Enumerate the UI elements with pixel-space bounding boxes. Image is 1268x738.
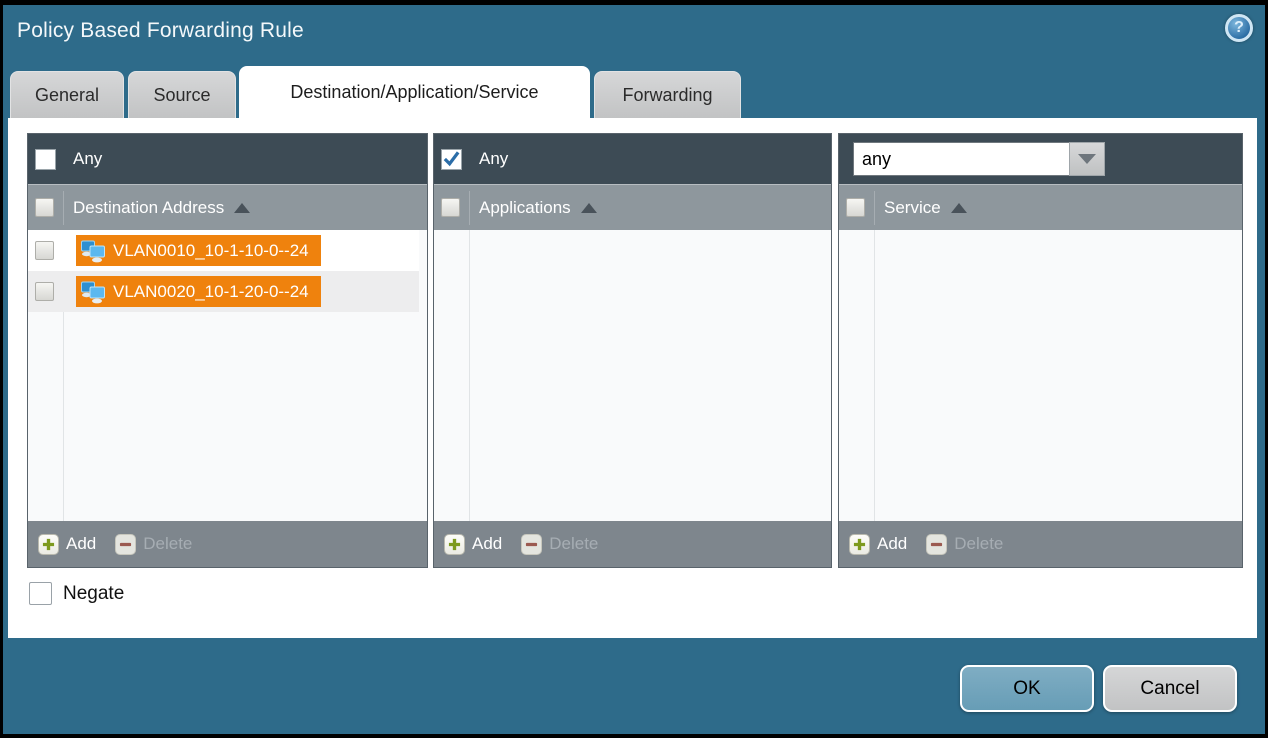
chevron-down-icon [1078, 154, 1096, 164]
table-row[interactable]: VLAN0020_10-1-20-0--24 [28, 271, 419, 312]
delete-button[interactable]: Delete [143, 534, 192, 554]
tab-general[interactable]: General [10, 71, 124, 118]
columns-container: Any Destination Address [27, 133, 1243, 568]
negate-option: Negate [29, 582, 124, 605]
add-button[interactable]: Add [472, 534, 502, 554]
help-icon[interactable]: ? [1225, 14, 1253, 42]
tab-bar: General Source Destination/Application/S… [10, 66, 741, 118]
tab-source[interactable]: Source [128, 71, 236, 118]
header-divider [874, 191, 875, 225]
add-button[interactable]: Add [66, 534, 96, 554]
checkmark-icon [442, 148, 461, 170]
applications-select-all-checkbox[interactable] [441, 198, 460, 217]
service-footer-bar: Add Delete [839, 521, 1242, 567]
row-checkbox[interactable] [35, 282, 54, 301]
service-dropdown-bar: any [839, 134, 1242, 184]
header-divider [469, 191, 470, 225]
tab-destination-application-service[interactable]: Destination/Application/Service [239, 66, 590, 118]
applications-column-header[interactable]: Applications [434, 184, 831, 230]
service-dropdown-value[interactable]: any [853, 142, 1069, 176]
applications-any-label: Any [479, 149, 508, 169]
tab-forwarding[interactable]: Forwarding [594, 71, 741, 118]
list-column-divider [469, 230, 470, 521]
negate-label: Negate [63, 583, 124, 605]
dropdown-button[interactable] [1069, 142, 1105, 176]
service-dropdown: any [853, 142, 1105, 176]
service-select-all-checkbox[interactable] [846, 198, 865, 217]
policy-based-forwarding-dialog: Policy Based Forwarding Rule ? General S… [0, 0, 1268, 738]
dialog-title: Policy Based Forwarding Rule [17, 19, 304, 43]
address-object-label: VLAN0010_10-1-10-0--24 [113, 241, 309, 261]
address-object-chip[interactable]: VLAN0020_10-1-20-0--24 [76, 276, 321, 307]
applications-footer-bar: Add Delete [434, 521, 831, 567]
add-icon[interactable] [444, 534, 465, 555]
applications-header-label: Applications [479, 198, 571, 218]
delete-button[interactable]: Delete [549, 534, 598, 554]
add-icon[interactable] [849, 534, 870, 555]
row-checkbox[interactable] [35, 241, 54, 260]
cancel-button[interactable]: Cancel [1103, 665, 1237, 712]
delete-icon[interactable] [926, 534, 947, 555]
address-object-label: VLAN0020_10-1-20-0--24 [113, 282, 309, 302]
add-button[interactable]: Add [877, 534, 907, 554]
network-address-icon [80, 280, 106, 304]
header-divider [63, 191, 64, 225]
applications-any-checkbox[interactable] [441, 149, 462, 170]
destination-select-all-checkbox[interactable] [35, 198, 54, 217]
tab-content-panel: Any Destination Address [8, 118, 1257, 638]
destination-address-column: Any Destination Address [27, 133, 428, 568]
destination-address-list: VLAN0010_10-1-10-0--24 [28, 230, 427, 521]
destination-address-column-header[interactable]: Destination Address [28, 184, 427, 230]
destination-any-label: Any [73, 149, 102, 169]
address-object-chip[interactable]: VLAN0010_10-1-10-0--24 [76, 235, 321, 266]
delete-button[interactable]: Delete [954, 534, 1003, 554]
negate-checkbox[interactable] [29, 582, 52, 605]
service-list [839, 230, 1242, 521]
table-row[interactable]: VLAN0010_10-1-10-0--24 [28, 230, 419, 271]
destination-footer-bar: Add Delete [28, 521, 427, 567]
sort-ascending-icon [951, 203, 967, 213]
network-address-icon [80, 239, 106, 263]
applications-column: Any Applications Add [433, 133, 832, 568]
service-column: any Service [838, 133, 1243, 568]
applications-any-bar: Any [434, 134, 831, 184]
ok-button[interactable]: OK [960, 665, 1094, 712]
service-column-header[interactable]: Service [839, 184, 1242, 230]
service-header-label: Service [884, 198, 941, 218]
sort-ascending-icon [581, 203, 597, 213]
sort-ascending-icon [234, 203, 250, 213]
destination-address-header-label: Destination Address [73, 198, 224, 218]
delete-icon[interactable] [115, 534, 136, 555]
delete-icon[interactable] [521, 534, 542, 555]
destination-any-checkbox[interactable] [35, 149, 56, 170]
applications-list [434, 230, 831, 521]
destination-any-bar: Any [28, 134, 427, 184]
add-icon[interactable] [38, 534, 59, 555]
list-column-divider [874, 230, 875, 521]
